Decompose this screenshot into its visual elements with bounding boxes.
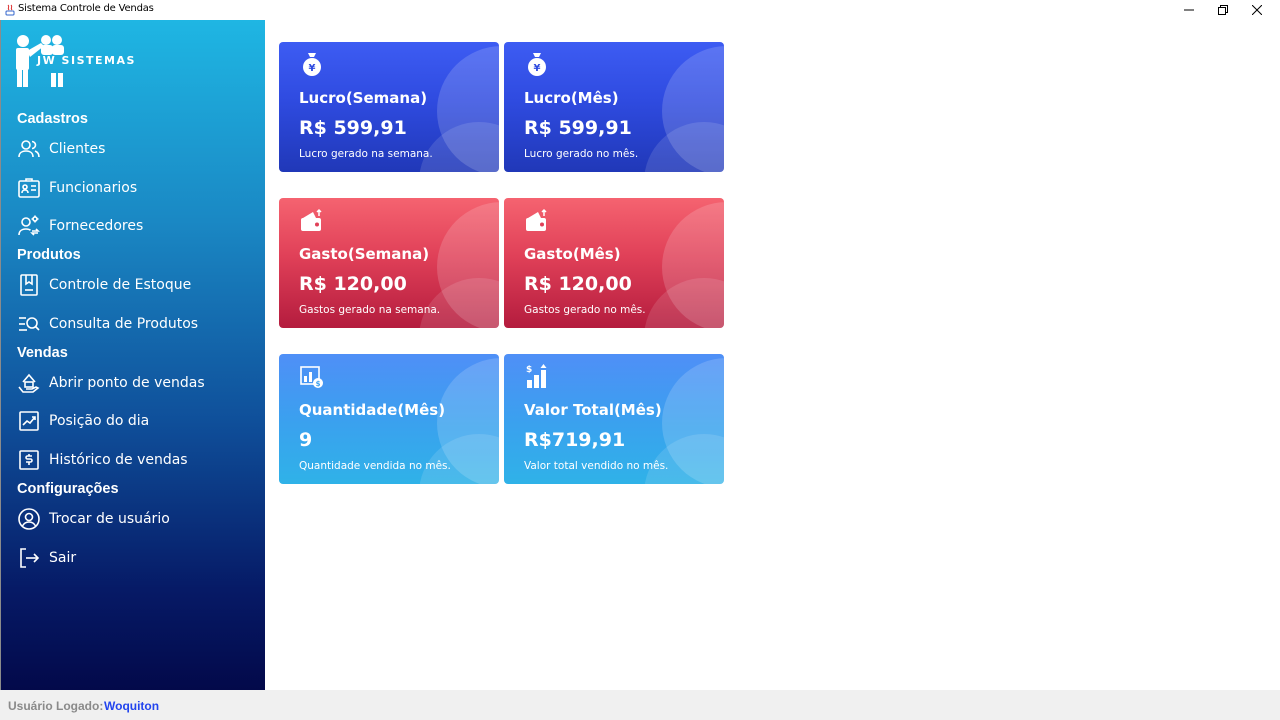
section-configuracoes: Configurações	[17, 481, 119, 497]
sidebar-item-label: Posição do dia	[49, 413, 150, 429]
minimize-button[interactable]	[1172, 0, 1206, 20]
money-bag-icon: ¥	[303, 53, 321, 76]
sidebar-item-label: Consulta de Produtos	[49, 316, 199, 332]
wallet-icon	[526, 208, 547, 231]
logout-icon	[17, 546, 41, 570]
card-title: Gasto(Semana)	[299, 245, 430, 263]
sidebar-item-posicao-dia[interactable]: Posição do dia	[17, 407, 257, 435]
decorative-circle	[644, 278, 724, 328]
card-title: Valor Total(Mês)	[524, 401, 662, 419]
bars-up-icon: $	[526, 364, 547, 388]
trend-chart-icon	[17, 409, 41, 433]
supplier-icon	[17, 214, 41, 238]
card-description: Gastos gerado na semana.	[299, 304, 441, 316]
user-circle-icon	[17, 507, 41, 531]
card-value: 9	[299, 429, 313, 451]
card-title: Gasto(Mês)	[524, 245, 621, 263]
card-description: Gastos gerado no mês.	[524, 304, 646, 316]
decorative-circle	[419, 434, 499, 484]
sidebar-item-clientes[interactable]: Clientes	[17, 135, 257, 163]
card-title: Quantidade(Mês)	[299, 401, 446, 419]
card-value: R$ 599,91	[524, 117, 632, 139]
sidebar-item-funcionarios[interactable]: Funcionarios	[17, 174, 257, 202]
bookmark-icon	[17, 273, 41, 297]
card-lucro-mes: ¥ Lucro(Mês) R$ 599,91 Lucro gerado no m…	[504, 42, 724, 172]
users-icon	[17, 137, 41, 161]
sidebar-item-label: Funcionarios	[49, 180, 138, 196]
card-description: Lucro gerado no mês.	[524, 148, 639, 160]
svg-text:$: $	[526, 365, 532, 375]
card-lucro-semana: ¥ Lucro(Semana) R$ 599,91 Lucro gerado n…	[279, 42, 499, 172]
card-gasto-mes: Gasto(Mês) R$ 120,00 Gastos gerado no mê…	[504, 198, 724, 328]
card-gasto-semana: Gasto(Semana) R$ 120,00 Gastos gerado na…	[279, 198, 499, 328]
sidebar-item-label: Controle de Estoque	[49, 277, 192, 293]
sidebar: JW SISTEMAS Cadastros Clientes Funcionar…	[1, 20, 265, 690]
wallet-icon	[301, 208, 322, 231]
section-vendas: Vendas	[17, 345, 68, 361]
section-produtos: Produtos	[17, 247, 81, 263]
card-description: Valor total vendido no mês.	[524, 460, 669, 472]
sidebar-item-historico-vendas[interactable]: Histórico de vendas	[17, 446, 257, 474]
window-titlebar: Sistema Controle de Vendas	[0, 0, 1280, 20]
hand-store-icon	[17, 371, 41, 395]
restore-button[interactable]	[1206, 0, 1240, 20]
decorative-circle	[644, 434, 724, 484]
decorative-circle	[644, 122, 724, 172]
sidebar-item-label: Abrir ponto de vendas	[49, 375, 205, 391]
sidebar-item-trocar-usuario[interactable]: Trocar de usuário	[17, 505, 257, 533]
sidebar-item-consulta-produtos[interactable]: Consulta de Produtos	[17, 310, 257, 338]
section-cadastros: Cadastros	[17, 111, 88, 127]
id-card-icon	[17, 176, 41, 200]
search-list-icon	[17, 312, 41, 336]
logo-text: JW SISTEMAS	[37, 54, 136, 67]
sidebar-item-controle-estoque[interactable]: Controle de Estoque	[17, 271, 257, 299]
logged-user-name: Woquiton	[104, 699, 160, 713]
card-title: Lucro(Semana)	[299, 89, 428, 107]
card-value: R$719,91	[524, 429, 626, 451]
close-button[interactable]	[1240, 0, 1274, 20]
chart-coin-icon: $	[300, 366, 323, 388]
sidebar-item-abrir-ponto-vendas[interactable]: Abrir ponto de vendas	[17, 369, 257, 397]
sidebar-item-sair[interactable]: Sair	[17, 544, 257, 572]
sidebar-item-fornecedores[interactable]: Fornecedores	[17, 212, 257, 240]
card-valor-total-mes: $ Valor Total(Mês) R$719,91 Valor total …	[504, 354, 724, 484]
java-app-icon	[5, 4, 15, 16]
svg-text:¥: ¥	[534, 63, 541, 74]
logged-user-label: Usuário Logado:	[8, 699, 104, 713]
minimize-icon	[1184, 9, 1194, 11]
status-bar: Usuário Logado: Woquiton	[0, 690, 1280, 720]
card-value: R$ 120,00	[524, 273, 632, 295]
card-quantidade-mes: $ Quantidade(Mês) 9 Quantidade vendida n…	[279, 354, 499, 484]
card-title: Lucro(Mês)	[524, 89, 619, 107]
dollar-box-icon	[17, 448, 41, 472]
close-icon	[1252, 5, 1262, 15]
sidebar-item-label: Clientes	[49, 141, 106, 157]
card-value: R$ 120,00	[299, 273, 407, 295]
svg-text:$: $	[316, 380, 321, 388]
card-description: Lucro gerado na semana.	[299, 148, 433, 160]
sidebar-item-label: Histórico de vendas	[49, 452, 188, 468]
sidebar-item-label: Trocar de usuário	[49, 511, 170, 527]
decorative-circle	[419, 278, 499, 328]
sidebar-item-label: Sair	[49, 550, 77, 566]
money-bag-icon: ¥	[528, 53, 546, 76]
card-description: Quantidade vendida no mês.	[299, 460, 451, 472]
window-title: Sistema Controle de Vendas	[18, 3, 154, 14]
restore-icon	[1218, 5, 1228, 15]
card-value: R$ 599,91	[299, 117, 407, 139]
svg-text:¥: ¥	[309, 63, 316, 74]
sidebar-item-label: Fornecedores	[49, 218, 144, 234]
decorative-circle	[419, 122, 499, 172]
